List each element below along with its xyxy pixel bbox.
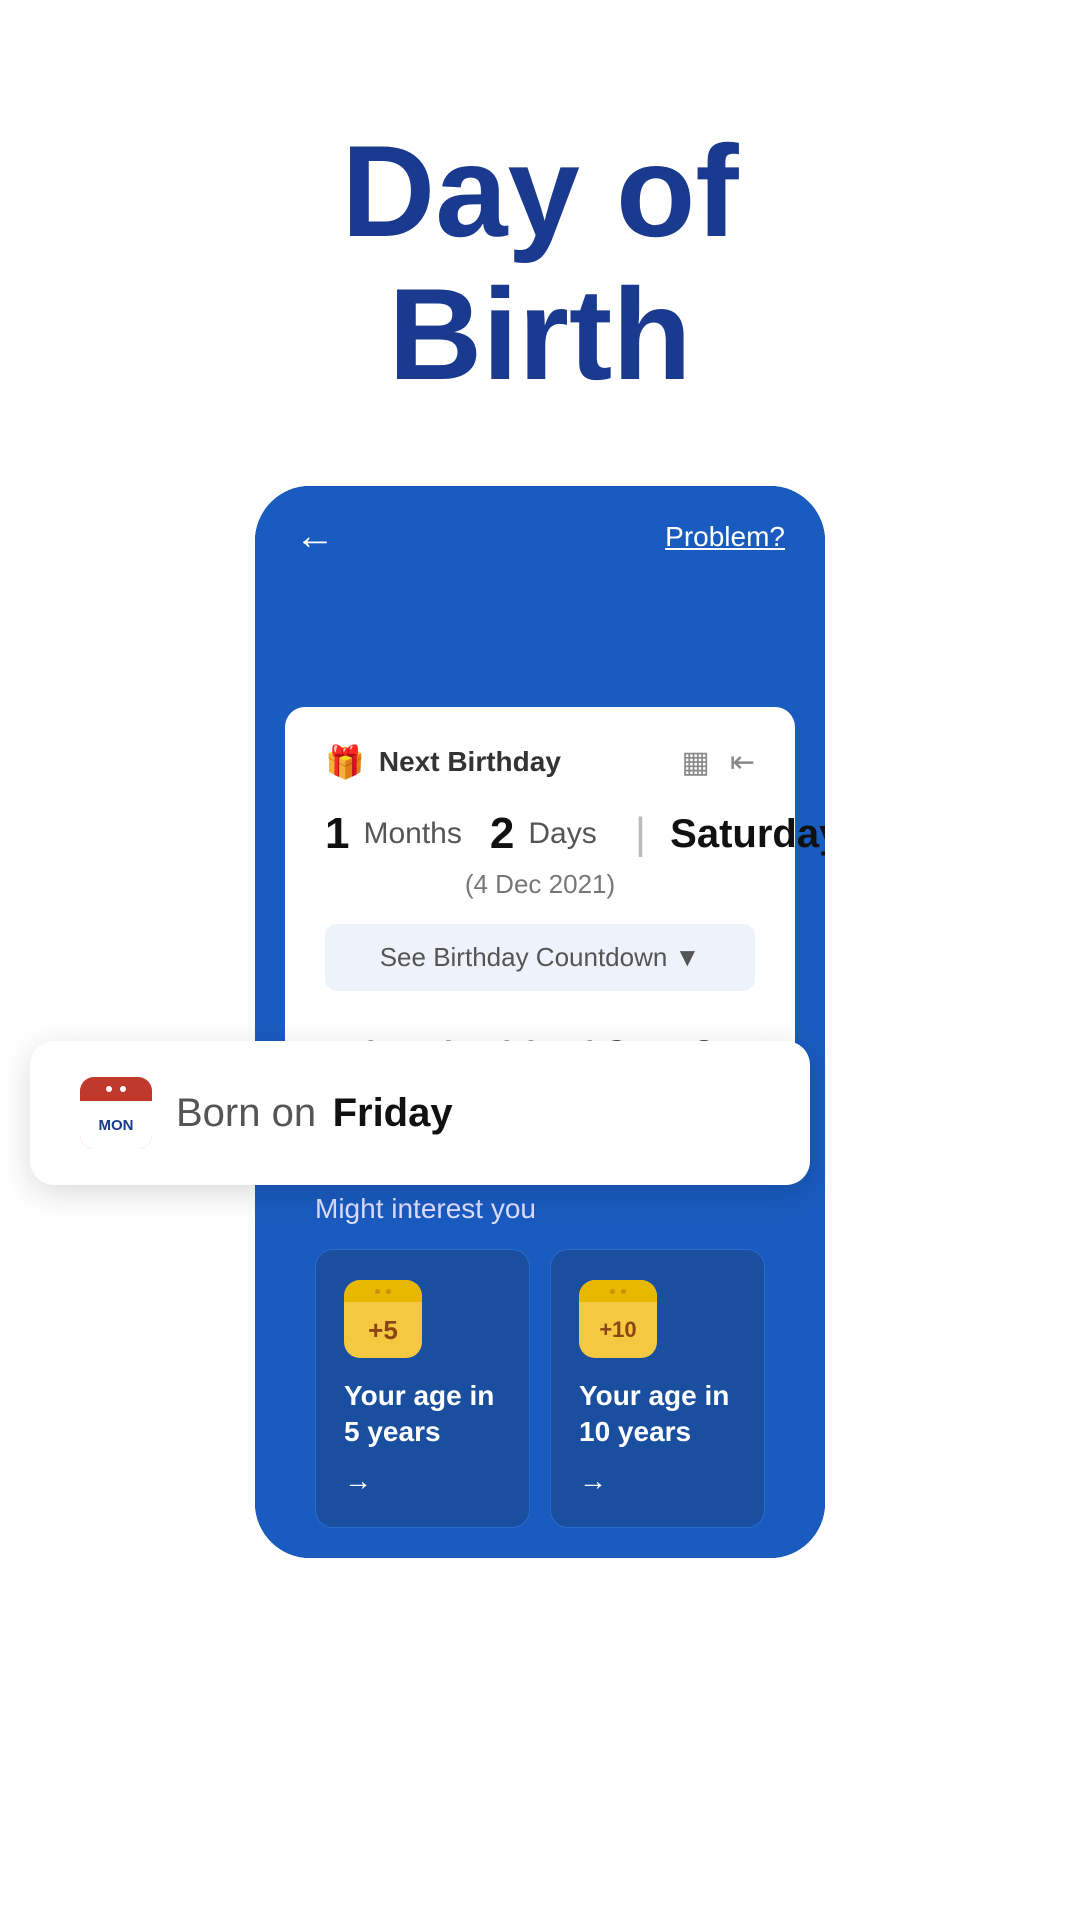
interest-card-1-text: Your age in 5 years bbox=[344, 1378, 501, 1451]
see-countdown-button[interactable]: See Birthday Countdown ▼ bbox=[325, 924, 755, 991]
age-10-icon: +10 bbox=[579, 1280, 657, 1358]
days-label: Days bbox=[528, 817, 596, 851]
pipe-divider: | bbox=[635, 809, 646, 859]
interest-section-title: Might interest you bbox=[315, 1193, 765, 1225]
age-5-icon: +5 bbox=[344, 1280, 422, 1358]
months-number: 1 bbox=[325, 809, 349, 859]
birthday-day-name: Saturday bbox=[670, 812, 825, 857]
phone-frame: ← Problem? 🎁 Next Birthday ▦ ⇤ bbox=[255, 486, 825, 1558]
card-actions: ▦ ⇤ bbox=[682, 745, 756, 780]
next-birthday-row: 1 Months 2 Days | Saturday bbox=[325, 809, 755, 859]
interest-section: Might interest you bbox=[285, 1163, 795, 1528]
share-icon[interactable]: ⇤ bbox=[730, 745, 755, 780]
hero-title-line1: Day of bbox=[341, 118, 738, 264]
birthday-title-row: 🎁 Next Birthday bbox=[325, 743, 561, 781]
interest-icon-wrapper-1: +5 bbox=[344, 1280, 501, 1358]
born-card-wrapper: MON Born on Friday bbox=[30, 1041, 810, 1185]
birthday-card-title: Next Birthday bbox=[379, 746, 561, 778]
interest-card-2-arrow: → bbox=[579, 1465, 736, 1497]
interest-card-10years[interactable]: +10 Your age in 10 years → bbox=[550, 1249, 765, 1528]
copy-icon[interactable]: ▦ bbox=[682, 745, 710, 780]
days-number: 2 bbox=[490, 809, 514, 859]
gift-icon: 🎁 bbox=[325, 743, 365, 781]
born-prefix: Born on bbox=[176, 1091, 316, 1135]
hero-section: Day of Birth bbox=[0, 0, 1080, 486]
age-5-badge: +5 bbox=[368, 1315, 398, 1346]
birthday-date: (4 Dec 2021) bbox=[325, 869, 755, 900]
interest-card-5years[interactable]: +5 Your age in 5 years → bbox=[315, 1249, 530, 1528]
hero-title-line2: Birth bbox=[388, 261, 691, 407]
interest-card-2-text: Your age in 10 years bbox=[579, 1378, 736, 1451]
interest-icon-wrapper-2: +10 bbox=[579, 1280, 736, 1358]
calendar-icon: MON bbox=[80, 1077, 152, 1149]
problem-link[interactable]: Problem? bbox=[665, 521, 785, 553]
app-header: ← Problem? bbox=[255, 486, 825, 587]
months-label: Months bbox=[363, 817, 461, 851]
interest-cards: +5 Your age in 5 years → bbox=[315, 1249, 765, 1528]
back-button[interactable]: ← bbox=[295, 514, 335, 559]
phone-inner: ← Problem? 🎁 Next Birthday ▦ ⇤ bbox=[255, 486, 825, 1558]
born-day: Friday bbox=[333, 1091, 453, 1135]
calendar-month-label: MON bbox=[99, 1117, 134, 1134]
interest-card-1-arrow: → bbox=[344, 1465, 501, 1497]
hero-title: Day of Birth bbox=[60, 120, 1020, 406]
age-10-badge: +10 bbox=[599, 1317, 636, 1343]
born-text: Born on Friday bbox=[176, 1091, 453, 1136]
birthday-card-header: 🎁 Next Birthday ▦ ⇤ bbox=[325, 743, 755, 781]
born-card: MON Born on Friday bbox=[30, 1041, 810, 1185]
